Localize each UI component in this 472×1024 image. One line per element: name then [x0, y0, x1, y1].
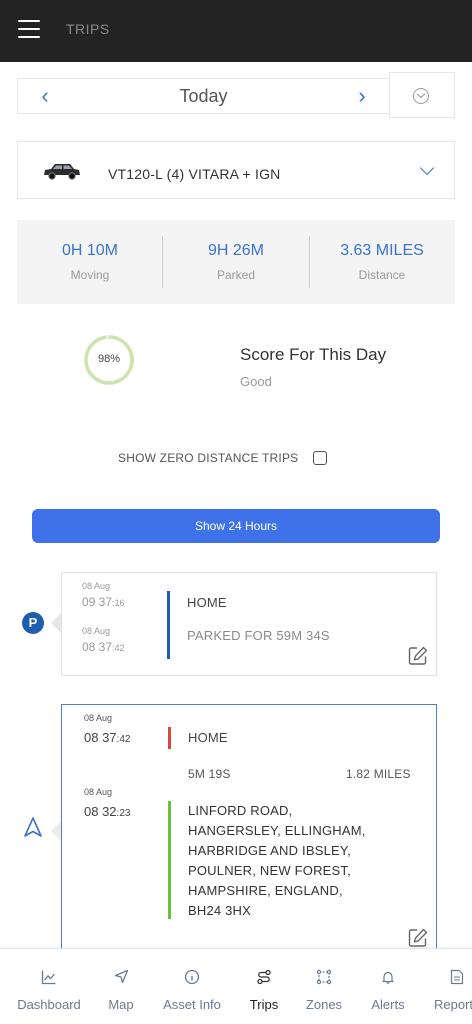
stat-value: 9H 26M	[207, 242, 265, 259]
card-pointer	[51, 613, 61, 633]
bottom-tab-bar: Dashboard Map Asset Info Trips Zones Ale…	[0, 948, 472, 1024]
parked-bar	[167, 591, 170, 659]
navigation-arrow-icon	[24, 817, 42, 837]
tab-report[interactable]: Report	[430, 949, 472, 1024]
stat-value: 0H 10M	[61, 242, 119, 259]
trip-distance: 1.82 MILES	[346, 767, 411, 781]
stat-value: 3.63 MILES	[340, 242, 424, 259]
parked-duration: PARKED FOR 59M 34S	[187, 628, 330, 643]
tab-map[interactable]: Map	[96, 949, 146, 1024]
tab-trips[interactable]: Trips	[240, 949, 288, 1024]
vehicle-name: VT120-L (4) VITARA + IGN	[108, 166, 281, 182]
score-ring: 98%	[83, 334, 135, 386]
menu-icon[interactable]	[18, 20, 40, 38]
parked-end-time: 08 37:42	[82, 640, 125, 654]
address-line: BH24 3HX	[188, 903, 252, 918]
parked-end-date: 08 Aug	[82, 626, 111, 636]
date-navigator: ‹ Today ›	[17, 78, 389, 114]
top-app-bar: TRIPS	[0, 0, 472, 62]
download-icon	[413, 88, 429, 104]
parked-card[interactable]: 08 Aug 09 37:16 08 Aug 08 37:42 HOME PAR…	[61, 572, 437, 676]
trip-card[interactable]: 08 Aug 08 37:42 HOME 5M 19S 1.82 MILES 0…	[61, 704, 437, 948]
card-pointer	[51, 821, 61, 841]
zero-distance-checkbox[interactable]	[313, 451, 327, 465]
trip-end-location: HOME	[188, 730, 228, 745]
trip-start-time: 08 32:23	[84, 804, 131, 819]
stat-label: Distance	[358, 268, 406, 282]
navigation-arrow-icon	[114, 969, 129, 984]
stat-moving: 0H 10M Moving	[17, 220, 163, 304]
report-icon	[450, 969, 464, 985]
download-button[interactable]	[389, 72, 455, 118]
trip-end-date: 08 Aug	[84, 713, 113, 723]
stat-parked: 9H 26M Parked	[163, 220, 309, 304]
parked-start-time: 09 37:16	[82, 595, 125, 609]
trip-duration: 5M 19S	[188, 767, 231, 781]
tab-label: Trips	[249, 997, 279, 1012]
vehicle-selector[interactable]: VT120-L (4) VITARA + IGN	[17, 141, 455, 199]
score-rating: Good	[240, 374, 272, 389]
tab-asset-info[interactable]: Asset Info	[160, 949, 224, 1024]
chevron-right-icon[interactable]: ›	[351, 85, 373, 107]
zero-distance-label: SHOW ZERO DISTANCE TRIPS	[118, 451, 299, 465]
tab-zones[interactable]: Zones	[302, 949, 346, 1024]
edit-icon[interactable]	[407, 645, 429, 667]
tab-label: Map	[108, 997, 134, 1012]
address-line: POULNER, NEW FOREST,	[188, 863, 351, 878]
edit-icon[interactable]	[407, 927, 429, 948]
trips-content: ‹ Today › VT120-L (4) VITARA + IGN 0H 10…	[0, 62, 472, 948]
car-icon	[44, 164, 80, 180]
stat-distance: 3.63 MILES Distance	[309, 220, 455, 304]
trip-end-bar	[168, 727, 171, 749]
stat-label: Moving	[70, 268, 110, 282]
parked-start-date: 08 Aug	[82, 581, 111, 591]
tab-label: Report	[434, 997, 472, 1012]
day-stats: 0H 10M Moving 9H 26M Parked 3.63 MILES D…	[17, 220, 455, 304]
page-title: TRIPS	[66, 21, 110, 37]
trip-start-date: 08 Aug	[84, 787, 113, 797]
tab-label: Asset Info	[163, 997, 221, 1012]
address-line: HAMPSHIRE, ENGLAND,	[188, 883, 343, 898]
score-title: Score For This Day	[240, 345, 387, 364]
show-24-hours-button[interactable]: Show 24 Hours	[32, 509, 440, 543]
chevron-down-icon	[419, 160, 435, 176]
parked-location: HOME	[187, 595, 227, 610]
tab-label: Alerts	[371, 997, 405, 1012]
zones-icon	[316, 969, 332, 985]
score-percent: 98%	[97, 353, 121, 365]
trip-end-time: 08 37:42	[84, 730, 131, 745]
stat-label: Parked	[216, 268, 256, 282]
trip-start-address: LINFORD ROAD, HANGERSLEY, ELLINGHAM, HAR…	[188, 801, 366, 921]
chart-line-icon	[41, 970, 56, 985]
address-line: LINFORD ROAD,	[188, 803, 293, 818]
address-line: HANGERSLEY, ELLINGHAM,	[188, 823, 366, 838]
info-circle-icon	[184, 969, 200, 985]
tab-label: Dashboard	[17, 997, 81, 1012]
tab-dashboard[interactable]: Dashboard	[12, 949, 86, 1024]
parked-marker: P	[22, 612, 44, 634]
trip-start-bar	[168, 801, 171, 919]
tab-alerts[interactable]: Alerts	[366, 949, 410, 1024]
date-label: Today	[179, 86, 228, 106]
tab-label: Zones	[305, 997, 343, 1012]
route-icon	[257, 969, 271, 985]
address-line: HARBRIDGE AND IBSLEY,	[188, 843, 351, 858]
bell-icon	[382, 971, 394, 984]
